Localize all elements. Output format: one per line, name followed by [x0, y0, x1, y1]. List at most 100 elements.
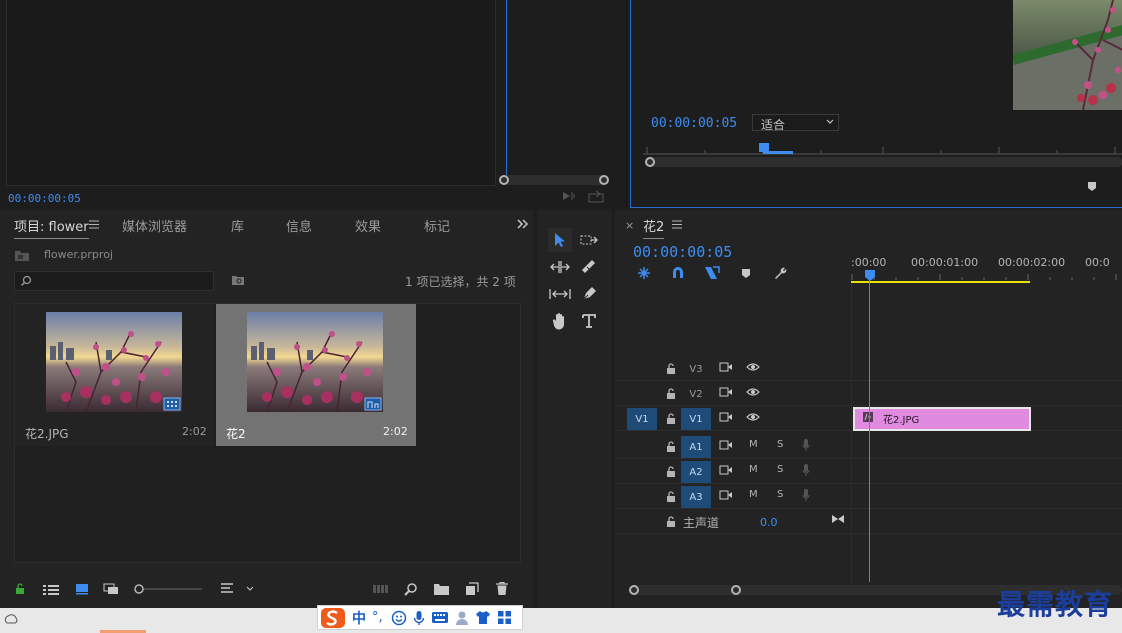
ime-punct-toggle[interactable]: °,: [372, 610, 383, 625]
tab-sequence[interactable]: 花2: [643, 216, 665, 239]
master-volume[interactable]: 0.0: [760, 516, 778, 529]
slip-tool[interactable]: [548, 282, 572, 306]
skin-shirt-icon[interactable]: [475, 610, 491, 625]
smiley-icon[interactable]: [391, 610, 407, 626]
type-tool[interactable]: [577, 309, 601, 333]
search-input[interactable]: [14, 271, 214, 291]
new-bin-icon[interactable]: [434, 583, 449, 595]
pen-tool[interactable]: [577, 282, 601, 306]
track-name[interactable]: V2: [681, 383, 711, 405]
new-item-icon[interactable]: [466, 582, 479, 595]
solo-button[interactable]: S: [777, 464, 783, 475]
snap-magnet-icon[interactable]: [671, 266, 685, 280]
icon-view-icon[interactable]: [75, 583, 89, 595]
scroll-handle-left[interactable]: [645, 157, 655, 167]
tab-media-browser[interactable]: 媒体浏览器: [122, 216, 187, 235]
source-zoom-scrollbar[interactable]: [499, 175, 609, 185]
linked-selection-icon[interactable]: [704, 266, 720, 280]
lock-icon[interactable]: [15, 583, 25, 595]
track-name[interactable]: V3: [681, 358, 711, 380]
bow-tie-icon[interactable]: [831, 514, 845, 524]
tab-effects[interactable]: 效果: [355, 216, 381, 235]
work-area-bar[interactable]: [851, 281, 1030, 283]
program-zoom-scrollbar[interactable]: [645, 157, 1122, 167]
playhead-handle[interactable]: [865, 270, 875, 281]
wrench-icon[interactable]: [773, 266, 787, 280]
add-marker-icon[interactable]: [741, 268, 751, 279]
item-name[interactable]: 花2.JPG: [25, 425, 69, 442]
tab-project[interactable]: 项目: flower: [14, 216, 89, 239]
double-chevron-right-icon[interactable]: [517, 219, 529, 229]
microphone-icon[interactable]: [802, 488, 810, 502]
scroll-handle-right[interactable]: [731, 585, 741, 595]
track-name[interactable]: A2: [681, 461, 711, 483]
zoom-slider[interactable]: [134, 584, 204, 594]
solo-button[interactable]: S: [777, 439, 783, 450]
marker-icon[interactable]: [1087, 181, 1097, 192]
unlock-icon[interactable]: [666, 413, 676, 424]
mute-button[interactable]: M: [749, 464, 758, 475]
project-item-selected[interactable]: 花2 2:02: [216, 304, 416, 446]
scroll-handle-left[interactable]: [629, 585, 639, 595]
project-item[interactable]: 花2.JPG 2:02: [15, 304, 215, 446]
source-timecode[interactable]: 00:00:00:05: [8, 192, 81, 205]
sync-lock-icon[interactable]: [719, 412, 733, 422]
trash-icon[interactable]: [496, 582, 508, 595]
unlock-icon[interactable]: [666, 363, 676, 374]
tab-libraries[interactable]: 库: [231, 216, 244, 235]
item-name[interactable]: 花2: [226, 425, 246, 442]
list-view-icon[interactable]: [43, 584, 59, 595]
search-icon[interactable]: [404, 582, 418, 596]
toolbox-grid-icon[interactable]: [497, 610, 512, 625]
creative-cloud-icon[interactable]: [4, 613, 18, 625]
hand-tool[interactable]: [548, 309, 572, 333]
timeline-timecode[interactable]: 00:00:00:05: [633, 243, 732, 261]
tab-info[interactable]: 信息: [286, 216, 312, 235]
unlock-icon[interactable]: [666, 491, 676, 502]
scroll-handle-right[interactable]: [599, 175, 609, 185]
unlock-icon[interactable]: [666, 388, 676, 399]
microphone-icon[interactable]: [413, 610, 425, 626]
mute-button[interactable]: M: [749, 439, 758, 450]
program-video-frame[interactable]: [1013, 0, 1122, 110]
unlock-icon[interactable]: [666, 441, 676, 452]
user-icon[interactable]: [455, 610, 469, 626]
close-icon[interactable]: ×: [625, 219, 634, 232]
insert-icon[interactable]: [562, 190, 578, 202]
ripple-edit-tool[interactable]: [548, 255, 572, 279]
eye-icon[interactable]: [746, 362, 760, 372]
program-timecode[interactable]: 00:00:00:05: [651, 116, 737, 131]
track-name[interactable]: V1: [681, 408, 711, 430]
source-video-area[interactable]: [6, 0, 496, 186]
automate-sequence-icon[interactable]: [373, 584, 389, 594]
sync-lock-icon[interactable]: [719, 440, 733, 450]
keyboard-icon[interactable]: [431, 611, 449, 624]
razor-tool[interactable]: [577, 255, 601, 279]
ime-lang-toggle[interactable]: 中: [352, 608, 366, 628]
nest-toggle-icon[interactable]: [637, 266, 651, 280]
microphone-icon[interactable]: [802, 438, 810, 452]
sync-lock-icon[interactable]: [719, 387, 733, 397]
selection-tool[interactable]: [548, 228, 572, 252]
sogou-logo-icon[interactable]: [320, 607, 346, 629]
export-frame-icon[interactable]: [588, 190, 604, 203]
timeline-clip[interactable]: 花2.JPG: [853, 407, 1031, 431]
sync-lock-icon[interactable]: [719, 490, 733, 500]
zoom-select[interactable]: 适合: [752, 114, 839, 132]
eye-icon[interactable]: [746, 412, 760, 422]
track-select-tool[interactable]: [577, 228, 601, 252]
unlock-icon[interactable]: [666, 516, 676, 527]
program-ruler[interactable]: [643, 143, 1122, 155]
mute-button[interactable]: M: [749, 489, 758, 500]
track-name[interactable]: A3: [681, 486, 711, 508]
sort-icon[interactable]: [221, 583, 253, 595]
freeform-view-icon[interactable]: [103, 583, 121, 595]
hamburger-icon[interactable]: [672, 220, 682, 229]
scroll-handle-left[interactable]: [499, 175, 509, 185]
sync-lock-icon[interactable]: [719, 362, 733, 372]
tab-markers[interactable]: 标记: [424, 216, 450, 235]
hamburger-icon[interactable]: [89, 220, 99, 229]
track-name[interactable]: A1: [681, 436, 711, 458]
eye-icon[interactable]: [746, 387, 760, 397]
sync-lock-icon[interactable]: [719, 465, 733, 475]
